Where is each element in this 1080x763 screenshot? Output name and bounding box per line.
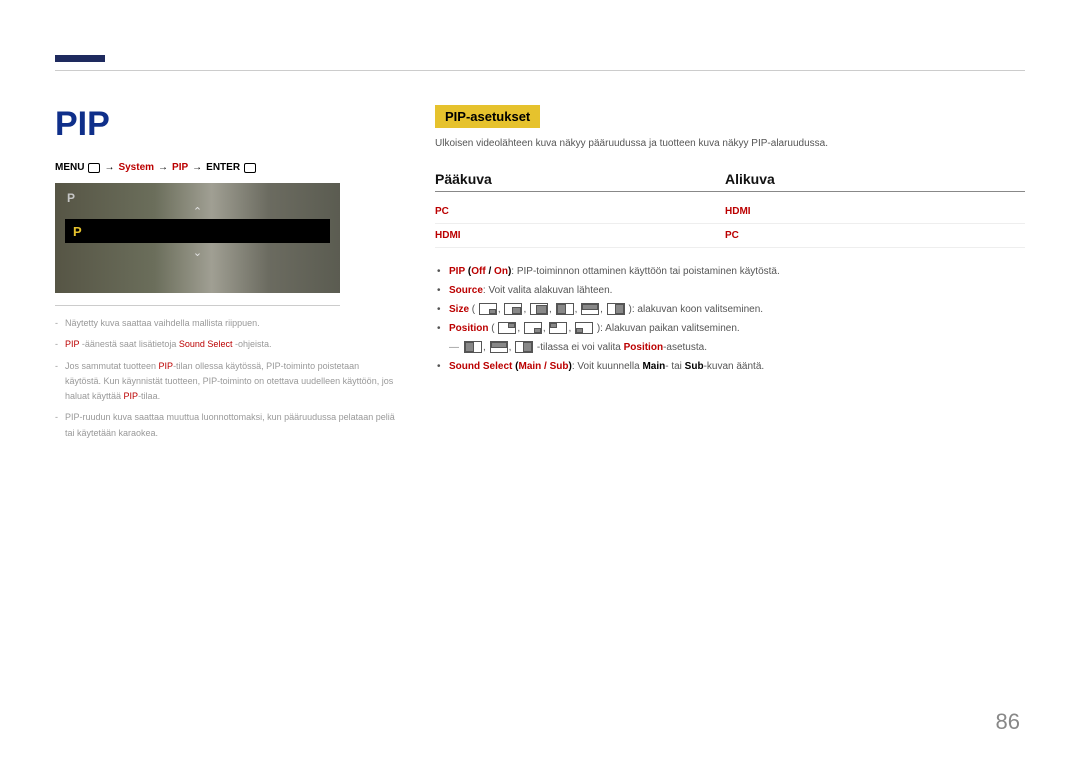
size-icon-right-half [607, 303, 625, 315]
note-2-pip: PIP [65, 339, 79, 349]
setting-source: Source: Voit valita alakuvan lähteen. [435, 281, 1025, 300]
menu-icon [88, 163, 100, 173]
page-title: PIP [55, 105, 410, 144]
arrow-icon: → [192, 162, 202, 173]
arrow-icon: → [158, 162, 168, 173]
screen-preview: P ⌃ P ⌄ [55, 183, 340, 293]
text-sound-a: : Voit kuunnella [572, 361, 643, 372]
text-pip: : PIP-toiminnon ottaminen käyttöön tai p… [511, 266, 779, 277]
left-column: PIP MENU → System → PIP → ENTER P ⌃ P ⌄ [55, 105, 435, 447]
label-sound-select: Sound Select [449, 361, 512, 372]
setting-pip: PIP (Off / On): PIP-toiminnon ottaminen … [435, 262, 1025, 281]
chevron-up-icon: ⌃ [193, 205, 202, 218]
text-source: : Voit valita alakuvan lähteen. [483, 285, 613, 296]
position-icon-br [524, 322, 542, 334]
text-sound-end: -kuvan ääntä. [704, 361, 765, 372]
size-icon-top-half [581, 303, 599, 315]
preview-highlight-label: P [73, 224, 82, 239]
label-pip: PIP [449, 266, 465, 277]
section-description: Ulkoisen videolähteen kuva näkyy pääruud… [435, 138, 1025, 149]
cell-hdmi: HDMI [725, 206, 1015, 217]
note-4: PIP-ruudun kuva saattaa muuttua luonnott… [55, 410, 395, 441]
position-icon-bl [575, 322, 593, 334]
note-position-label: Position [624, 342, 663, 353]
text-position: : Alakuvan paikan valitseminen. [600, 323, 740, 334]
note-2-post: -ohjeista. [232, 339, 271, 349]
breadcrumb-system: System [118, 162, 154, 173]
right-column: PIP-asetukset Ulkoisen videolähteen kuva… [435, 105, 1025, 447]
left-divider [55, 305, 340, 306]
heading-paakuva: Pääkuva [435, 171, 725, 191]
paren-open: ( [491, 323, 494, 334]
note-icon-left-half [464, 341, 482, 353]
slash: / [486, 266, 494, 277]
source-table-header: Pääkuva Alikuva [435, 171, 1025, 192]
size-icon-left-half [556, 303, 574, 315]
note-icon-right-half [515, 341, 533, 353]
preview-highlight-row: P [65, 219, 330, 243]
label-source: Source [449, 285, 483, 296]
chevron-down-icon: ⌄ [193, 246, 202, 259]
text-or: - tai [665, 361, 684, 372]
notes-block: Näytetty kuva saattaa vaihdella mallista… [55, 316, 395, 441]
text-size: : alakuvan koon valitseminen. [632, 304, 763, 315]
note-2: PIP -äänestä saat lisätietoja Sound Sele… [55, 337, 395, 352]
enter-icon [244, 163, 256, 173]
cell-hdmi: HDMI [435, 230, 725, 241]
note-2-soundselect: Sound Select [179, 339, 233, 349]
breadcrumb: MENU → System → PIP → ENTER [55, 162, 410, 173]
breadcrumb-enter: ENTER [206, 162, 240, 173]
setting-size: Size ( , , , , , ): alakuvan koon valits… [435, 300, 1025, 319]
heading-alikuva: Alikuva [725, 171, 1015, 191]
breadcrumb-menu: MENU [55, 162, 84, 173]
cell-pc: PC [435, 206, 725, 217]
arrow-icon: → [104, 162, 114, 173]
note-3a: Jos sammutat tuotteen [65, 361, 159, 371]
note-3b: PIP [159, 361, 174, 371]
setting-position: Position ( , , , ): Alakuvan paikan vali… [435, 319, 1025, 338]
opt-off: Off [471, 266, 485, 277]
page-number: 86 [996, 709, 1020, 735]
paren-open: ( [472, 304, 475, 315]
position-icon-tr [498, 322, 516, 334]
section-label-pip-asetukset: PIP-asetukset [435, 105, 540, 128]
note-2-mid: -äänestä saat lisätietoja [79, 339, 179, 349]
label-position: Position [449, 323, 488, 334]
cell-pc: PC [725, 230, 1015, 241]
position-icon-tl [549, 322, 567, 334]
table-row: PC HDMI [435, 200, 1025, 224]
top-divider [55, 70, 1025, 71]
label-size: Size [449, 304, 469, 315]
note-3: Jos sammutat tuotteen PIP-tilan ollessa … [55, 359, 395, 405]
table-row: HDMI PC [435, 224, 1025, 248]
note-3d: PIP [124, 391, 139, 401]
text-sub: Sub [685, 361, 704, 372]
note-icon-top-half [490, 341, 508, 353]
setting-position-note: , , -tilassa ei voi valita Position-aset… [435, 338, 1025, 357]
setting-sound-select: Sound Select (Main / Sub): Voit kuunnell… [435, 357, 1025, 376]
note-3e: -tilaa. [138, 391, 160, 401]
opt-on: On [494, 266, 508, 277]
preview-p-icon: P [67, 191, 75, 205]
note-position-text: -tilassa ei voi valita [537, 342, 624, 353]
size-icon-small [479, 303, 497, 315]
breadcrumb-pip: PIP [172, 162, 188, 173]
note-position-end: -asetusta. [663, 342, 707, 353]
text-main: Main [642, 361, 665, 372]
opt-main-sub: Main / Sub [518, 361, 568, 372]
note-1: Näytetty kuva saattaa vaihdella mallista… [55, 316, 395, 331]
page-accent-bar [55, 55, 105, 62]
settings-list: PIP (Off / On): PIP-toiminnon ottaminen … [435, 262, 1025, 376]
source-table: PC HDMI HDMI PC [435, 200, 1025, 248]
size-icon-medium [504, 303, 522, 315]
size-icon-large [530, 303, 548, 315]
